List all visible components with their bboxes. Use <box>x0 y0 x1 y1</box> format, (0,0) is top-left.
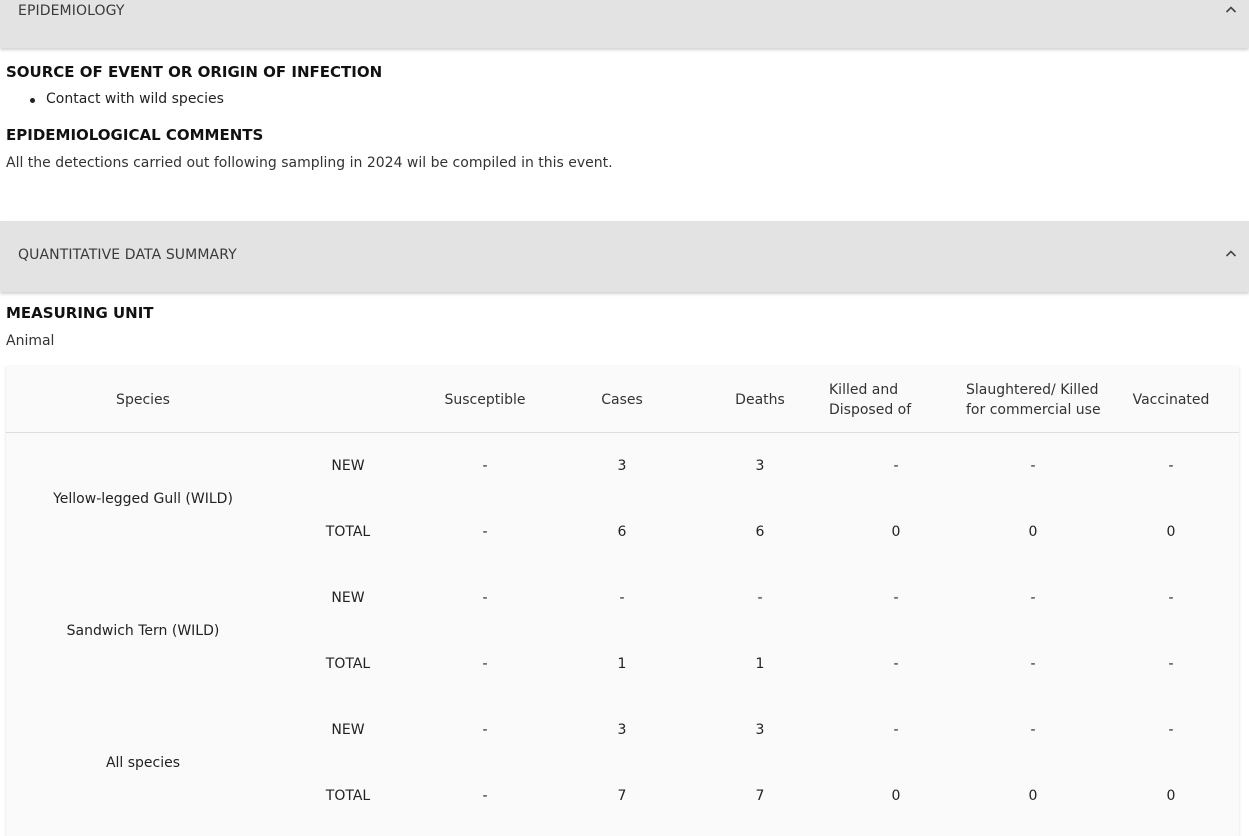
table-cell: 0 <box>1166 524 1176 540</box>
epidemiology-panel-header[interactable]: EPIDEMIOLOGY <box>0 0 1249 48</box>
table-cell: - <box>482 524 488 540</box>
table-cell: - <box>1168 590 1174 606</box>
table-cell: - <box>1030 458 1036 474</box>
table-cell: 0 <box>1028 788 1038 804</box>
table-cell: - <box>1168 656 1174 672</box>
column-header-species: Species <box>116 392 170 408</box>
table-cell: - <box>482 590 488 606</box>
chevron-up-icon[interactable] <box>1223 2 1239 18</box>
column-header-vaccinated: Vaccinated <box>1132 392 1210 408</box>
row-type-total: TOTAL <box>325 524 371 540</box>
table-cell: - <box>482 656 488 672</box>
quantitative-summary-panel-header[interactable]: QUANTITATIVE DATA SUMMARY <box>0 221 1249 292</box>
table-cell: - <box>1030 722 1036 738</box>
table-cell: - <box>893 590 899 606</box>
table-cell: 6 <box>617 524 627 540</box>
table-cell: 6 <box>755 524 765 540</box>
table-cell: - <box>1030 656 1036 672</box>
table-cell: - <box>482 458 488 474</box>
species-name: Yellow-legged Gull (WILD) <box>53 491 233 507</box>
table-cell: 0 <box>1028 524 1038 540</box>
chevron-up-icon[interactable] <box>1223 246 1239 262</box>
table-cell: 0 <box>891 524 901 540</box>
table-cell: 0 <box>891 788 901 804</box>
quantitative-data-table: Species Susceptible Cases Deaths Killed … <box>6 366 1239 836</box>
row-type-new: NEW <box>331 458 365 474</box>
column-header-susceptible: Susceptible <box>444 392 526 408</box>
source-of-event-title: SOURCE OF EVENT OR ORIGIN OF INFECTION <box>6 63 383 81</box>
measuring-unit-title: MEASURING UNIT <box>6 304 154 322</box>
table-cell: 1 <box>617 656 627 672</box>
row-type-total: TOTAL <box>325 788 371 804</box>
table-cell: - <box>482 722 488 738</box>
epidemiological-comments-title: EPIDEMIOLOGICAL COMMENTS <box>6 126 264 144</box>
epidemiology-header-title: EPIDEMIOLOGY <box>18 3 125 19</box>
table-cell: - <box>757 590 763 606</box>
table-cell: - <box>1168 458 1174 474</box>
table-cell: 1 <box>755 656 765 672</box>
table-header-divider <box>6 432 1239 433</box>
column-header-cases: Cases <box>601 392 643 408</box>
quantitative-summary-header-title: QUANTITATIVE DATA SUMMARY <box>18 247 237 263</box>
source-list-item: Contact with wild species <box>30 91 224 107</box>
column-header-slaughtered: Slaughtered/ Killed for commercial use <box>966 382 1101 418</box>
table-cell: - <box>1030 590 1036 606</box>
species-name: All species <box>105 755 181 771</box>
row-type-total: TOTAL <box>325 656 371 672</box>
row-type-new: NEW <box>331 722 365 738</box>
table-cell: - <box>893 722 899 738</box>
table-cell: 7 <box>617 788 627 804</box>
table-cell: 7 <box>755 788 765 804</box>
table-cell: 3 <box>755 458 765 474</box>
epidemiological-comments-text: All the detections carried out following… <box>6 155 613 171</box>
table-cell: 3 <box>617 458 627 474</box>
table-cell: 3 <box>755 722 765 738</box>
species-name: Sandwich Tern (WILD) <box>66 623 220 639</box>
column-header-killed-disposed: Killed and Disposed of <box>829 382 912 418</box>
column-header-deaths: Deaths <box>735 392 785 408</box>
row-type-new: NEW <box>331 590 365 606</box>
table-cell: - <box>619 590 625 606</box>
measuring-unit-value: Animal <box>6 333 55 349</box>
table-cell: - <box>893 656 899 672</box>
table-cell: - <box>893 458 899 474</box>
table-cell: - <box>1168 722 1174 738</box>
table-cell: - <box>482 788 488 804</box>
table-cell: 0 <box>1166 788 1176 804</box>
source-list: Contact with wild species <box>30 91 224 107</box>
table-cell: 3 <box>617 722 627 738</box>
